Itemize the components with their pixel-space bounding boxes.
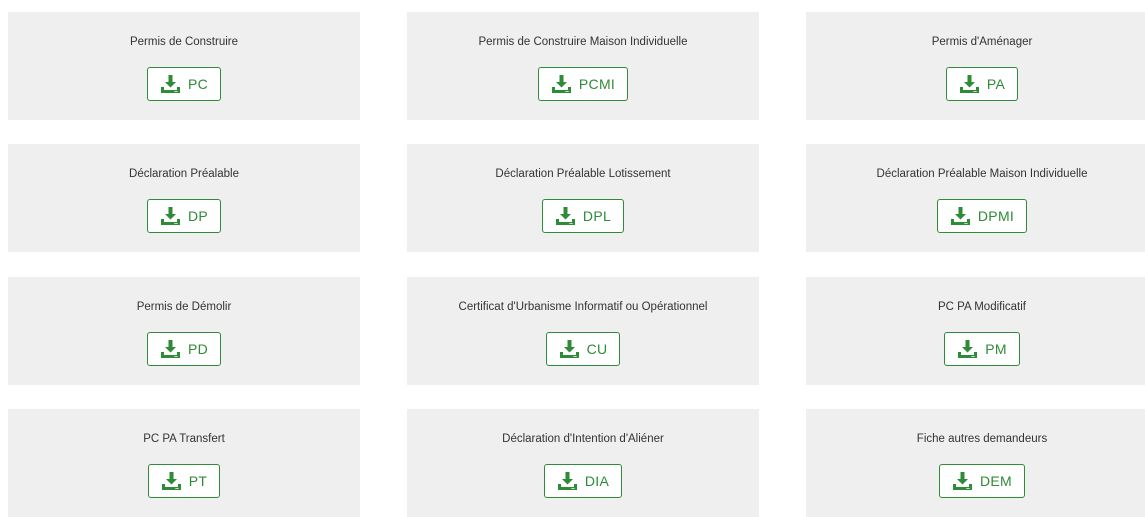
download-icon	[160, 339, 181, 359]
form-card-pd: Permis de Démolir PD	[8, 277, 360, 385]
download-icon	[559, 339, 580, 359]
download-icon	[160, 206, 181, 226]
download-button-pa[interactable]: PA	[945, 67, 1019, 101]
download-button-label: PCMI	[578, 76, 616, 92]
download-icon	[952, 471, 973, 491]
form-card-pt: PC PA Transfert PT	[8, 409, 360, 517]
download-button-label: PC	[187, 76, 209, 92]
download-icon	[557, 471, 578, 491]
form-title: Permis de Démolir	[136, 301, 232, 313]
download-button-label: DIA	[584, 473, 610, 489]
download-icon	[160, 74, 181, 94]
form-title: Déclaration Préalable	[129, 168, 239, 180]
download-button-pt[interactable]: PT	[147, 464, 221, 498]
download-button-label: DEM	[979, 473, 1012, 489]
form-title: PC PA Transfert	[143, 433, 225, 445]
download-button-dia[interactable]: DIA	[543, 464, 623, 498]
form-card-dia: Déclaration d'Intention d'Aliéner DIA	[407, 409, 759, 517]
form-card-dem: Fiche autres demandeurs DEM	[806, 409, 1145, 517]
form-title: Déclaration Préalable Lotissement	[495, 168, 671, 180]
form-title: Permis d'Aménager	[931, 36, 1033, 48]
form-title: Fiche autres demandeurs	[916, 433, 1048, 445]
download-icon	[957, 339, 978, 359]
form-card-dpmi: Déclaration Préalable Maison Individuell…	[806, 144, 1145, 252]
download-icon	[551, 74, 572, 94]
download-icon	[161, 471, 182, 491]
form-card-pc: Permis de Construire PC	[8, 12, 360, 120]
download-button-pcmi[interactable]: PCMI	[537, 67, 629, 101]
form-title: Déclaration Préalable Maison Individuell…	[876, 168, 1088, 180]
form-card-pcmi: Permis de Construire Maison Individuelle…	[407, 12, 759, 120]
download-button-label: PM	[985, 341, 1007, 357]
download-button-pm[interactable]: PM	[944, 332, 1020, 366]
form-title: Permis de Construire	[129, 36, 238, 48]
download-button-label: PA	[986, 76, 1006, 92]
form-title: Permis de Construire Maison Individuelle	[478, 36, 688, 48]
form-card-dpl: Déclaration Préalable Lotissement DPL	[407, 144, 759, 252]
form-title: Certificat d'Urbanisme Informatif ou Opé…	[458, 301, 708, 313]
form-title: PC PA Modificatif	[938, 301, 1026, 313]
download-button-dpl[interactable]: DPL	[541, 199, 625, 233]
form-title: Déclaration d'Intention d'Aliéner	[502, 433, 664, 445]
download-icon	[959, 74, 980, 94]
form-card-dp: Déclaration Préalable DP	[8, 144, 360, 252]
download-button-dem[interactable]: DEM	[938, 464, 1025, 498]
download-button-label: DP	[187, 208, 209, 224]
download-button-dp[interactable]: DP	[146, 199, 222, 233]
form-card-pm: PC PA Modificatif PM	[806, 277, 1145, 385]
forms-grid: Permis de Construire PC Permis de Constr…	[0, 0, 1145, 517]
form-card-cu: Certificat d'Urbanisme Informatif ou Opé…	[407, 277, 759, 385]
download-button-label: CU	[586, 341, 608, 357]
download-icon	[555, 206, 576, 226]
download-button-dpmi[interactable]: DPMI	[936, 199, 1028, 233]
download-button-label: PT	[188, 473, 208, 489]
download-button-label: DPL	[582, 208, 612, 224]
download-button-label: PD	[187, 341, 209, 357]
download-button-pd[interactable]: PD	[146, 332, 222, 366]
download-button-label: DPMI	[977, 208, 1015, 224]
download-button-pc[interactable]: PC	[146, 67, 222, 101]
download-icon	[950, 206, 971, 226]
download-button-cu[interactable]: CU	[545, 332, 621, 366]
form-card-pa: Permis d'Aménager PA	[806, 12, 1145, 120]
